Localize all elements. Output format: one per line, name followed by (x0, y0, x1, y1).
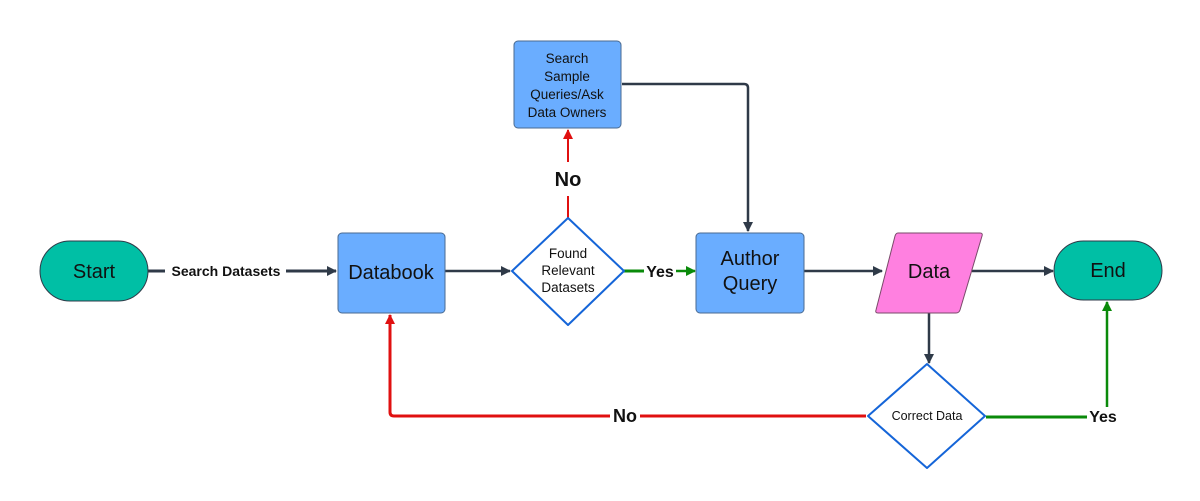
node-search-sample-queries[interactable]: Search Sample Queries/Ask Data Owners (513, 40, 622, 129)
node-correct-data[interactable]: Correct Data (867, 363, 986, 469)
node-found-relevant-datasets[interactable]: Found Relevant Datasets (511, 217, 625, 326)
found-label-line1: Found (549, 246, 587, 261)
node-end[interactable]: End (1053, 240, 1163, 301)
search-label-line3: Queries/Ask (530, 87, 604, 102)
search-label-line1: Search (546, 51, 589, 66)
databook-label: Databook (348, 262, 435, 284)
edge-label-correct-no: No (613, 406, 637, 426)
author-label-line1: Author (721, 248, 780, 270)
search-label-line4: Data Owners (528, 105, 607, 120)
edge-label-found-no: No (555, 169, 582, 191)
node-databook[interactable]: Databook (337, 232, 446, 314)
end-label: End (1090, 260, 1126, 282)
found-label-line3: Datasets (541, 280, 595, 295)
edge-search-author (622, 82, 753, 232)
node-start[interactable]: Start (39, 240, 149, 302)
edge-correct-end-yes (986, 301, 1112, 419)
edge-label-correct-yes: Yes (1089, 409, 1117, 426)
author-label-line2: Query (723, 273, 777, 295)
node-data[interactable]: Data (875, 232, 983, 314)
edge-label-found-yes: Yes (646, 264, 674, 281)
edge-correct-databook-no (385, 314, 866, 418)
edge-label-search-datasets: Search Datasets (172, 263, 281, 279)
flowchart: Start Databook Found Relevant Datasets S… (39, 40, 1163, 469)
correct-data-label: Correct Data (892, 409, 963, 423)
start-label: Start (73, 261, 116, 283)
found-label-line2: Relevant (541, 263, 595, 278)
node-author-query[interactable]: Author Query (695, 232, 805, 314)
search-label-line2: Sample (544, 69, 590, 84)
data-label: Data (908, 261, 951, 283)
